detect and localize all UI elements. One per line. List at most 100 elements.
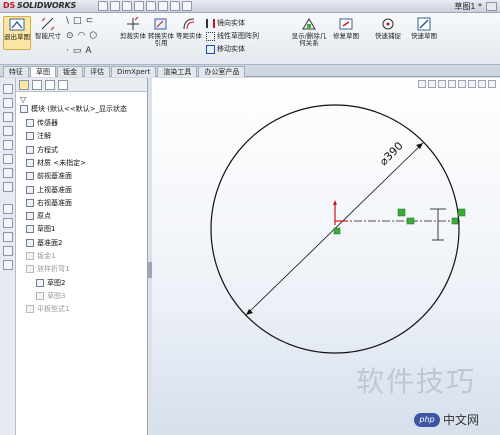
- midpoint-relation-icon[interactable]: [406, 217, 415, 225]
- tree-item[interactable]: 上视基准面: [26, 185, 72, 195]
- quick-access-toolbar: [98, 1, 192, 11]
- tab-sheet-metal[interactable]: 钣金: [57, 66, 83, 77]
- hide-show-icon[interactable]: [3, 154, 13, 164]
- repair-sketch-button[interactable]: 修复草图: [332, 16, 360, 40]
- circle-icon[interactable]: ⊙: [66, 31, 74, 41]
- convert-entities-icon: [154, 18, 167, 30]
- tree-item[interactable]: 注解: [26, 131, 51, 141]
- tree-item[interactable]: 钣金1: [26, 251, 55, 261]
- tab-render-tools[interactable]: 渲染工具: [157, 66, 198, 77]
- tree-item-icon: [36, 278, 44, 287]
- tree-item-icon: [26, 119, 34, 127]
- endpoint-relation-icon[interactable]: [451, 217, 459, 225]
- line-icon[interactable]: \: [66, 16, 69, 26]
- slot-icon[interactable]: ⊂: [86, 16, 94, 26]
- tree-root[interactable]: 模块 (默认<<默认>_显示状态: [20, 104, 127, 114]
- tangent-relation-icon[interactable]: [457, 208, 466, 217]
- spline-tool-icon[interactable]: [3, 260, 13, 270]
- rebuild-icon[interactable]: [170, 1, 180, 11]
- options-icon[interactable]: [182, 1, 192, 11]
- sketch-tools-row-1: \ □ ⊂: [66, 16, 93, 26]
- display-relations-label: 显示/删除几何关系: [291, 32, 327, 47]
- tab-sketch[interactable]: 草图: [30, 66, 56, 77]
- tree-item[interactable]: 方程式: [26, 145, 58, 155]
- tree-item-label: 上视基准面: [37, 185, 72, 194]
- tree-item-icon: [26, 198, 34, 207]
- trim-button[interactable]: 剪裁实体: [120, 16, 146, 40]
- display-manager-tab-icon[interactable]: [58, 79, 68, 90]
- move-entities-button[interactable]: 移动实体: [206, 44, 245, 54]
- move-icon: [206, 44, 215, 54]
- feature-tree-tab-icon[interactable]: [19, 79, 29, 90]
- polygon-icon[interactable]: ⬡: [89, 31, 97, 41]
- convert-entities-label: 转换实体引用: [148, 32, 174, 47]
- rectangle-icon[interactable]: □: [73, 16, 82, 26]
- rapid-sketch-button[interactable]: 快速草图: [408, 16, 440, 40]
- tree-item[interactable]: 草图3: [36, 291, 65, 301]
- tree-item[interactable]: 原点: [26, 211, 51, 221]
- scene-icon[interactable]: [3, 182, 13, 192]
- tree-item-icon: [26, 238, 34, 247]
- print-icon[interactable]: [134, 1, 144, 11]
- tab-features[interactable]: 特征: [3, 66, 29, 77]
- tree-item-icon: [26, 132, 34, 141]
- select-icon[interactable]: [158, 1, 168, 11]
- tab-office-products[interactable]: 办公室产品: [198, 66, 246, 77]
- centerline-icon[interactable]: ▭: [73, 46, 82, 56]
- tree-item[interactable]: 放样折弯1: [26, 264, 69, 274]
- configuration-manager-tab-icon[interactable]: [45, 79, 55, 90]
- sketch-tool-icon[interactable]: [3, 204, 13, 214]
- coincident-relation-icon[interactable]: [333, 227, 341, 235]
- tree-item-label: 草图3: [47, 291, 66, 300]
- tree-item[interactable]: 平板型式1: [26, 304, 69, 314]
- tree-item[interactable]: 材质 <未指定>: [26, 158, 86, 168]
- display-style-icon[interactable]: [3, 140, 13, 150]
- repair-sketch-icon: [339, 18, 353, 30]
- open-file-icon[interactable]: [110, 1, 120, 11]
- tree-item[interactable]: 草图2: [36, 278, 65, 288]
- tree-item[interactable]: 前视基准面: [26, 171, 72, 181]
- linear-pattern-button[interactable]: 线性草图阵列: [206, 31, 259, 41]
- quick-snaps-button[interactable]: 快速捕捉: [372, 16, 404, 40]
- mirror-entities-button[interactable]: 镜向实体: [206, 18, 245, 28]
- new-file-icon[interactable]: [98, 1, 108, 11]
- watermark-text: 软件技巧: [356, 365, 477, 398]
- save-icon[interactable]: [122, 1, 132, 11]
- command-tabs: 特征 草图 钣金 评估 DimXpert 渲染工具 办公室产品: [0, 65, 500, 77]
- mirror-entities-label: 镜向实体: [217, 19, 245, 27]
- text-icon[interactable]: A: [85, 46, 91, 56]
- offset-entities-button[interactable]: 等距实体: [176, 16, 202, 40]
- point-icon[interactable]: ·: [66, 46, 69, 56]
- tree-item-icon: [26, 185, 34, 194]
- zoom-fit-icon[interactable]: [3, 98, 13, 108]
- php-logo: php: [414, 412, 440, 427]
- tree-item[interactable]: 草图1: [26, 224, 55, 234]
- tab-dimxpert[interactable]: DimXpert: [111, 66, 157, 77]
- exit-sketch-button[interactable]: 退出草图: [3, 16, 31, 50]
- tab-evaluate[interactable]: 评估: [84, 66, 110, 77]
- title-bar: DS SOLIDWORKS 草图1 *: [0, 0, 500, 13]
- block-tool-icon[interactable]: [3, 246, 13, 256]
- smart-dimension-button[interactable]: 智能尺寸: [34, 16, 62, 40]
- appearance-icon[interactable]: [3, 168, 13, 178]
- tree-item[interactable]: 传感器: [26, 118, 58, 128]
- dimension-tool-icon[interactable]: [3, 218, 13, 228]
- filter-icon[interactable]: ▽: [20, 95, 26, 104]
- arc-icon[interactable]: ◠: [78, 31, 86, 41]
- property-manager-tab-icon[interactable]: [32, 79, 42, 90]
- display-relations-button[interactable]: 显示/删除几何关系: [290, 16, 328, 47]
- window-control-button[interactable]: [486, 2, 497, 11]
- zoom-area-icon[interactable]: [3, 112, 13, 122]
- section-view-icon[interactable]: [3, 126, 13, 136]
- horizontal-relation-icon[interactable]: [397, 208, 406, 217]
- part-icon: [20, 105, 28, 113]
- tree-item-icon: [36, 291, 44, 300]
- tree-item[interactable]: 右视基准面: [26, 198, 72, 208]
- relation-tool-icon[interactable]: [3, 232, 13, 242]
- tree-item[interactable]: 基准面2: [26, 238, 62, 248]
- view-orient-icon[interactable]: [3, 84, 13, 94]
- convert-entities-button[interactable]: 转换实体引用: [148, 16, 174, 47]
- app-logo[interactable]: DS SOLIDWORKS: [3, 1, 76, 10]
- sketch-tools-row-2: ⊙ ◠ ⬡: [66, 31, 97, 41]
- undo-icon[interactable]: [146, 1, 156, 11]
